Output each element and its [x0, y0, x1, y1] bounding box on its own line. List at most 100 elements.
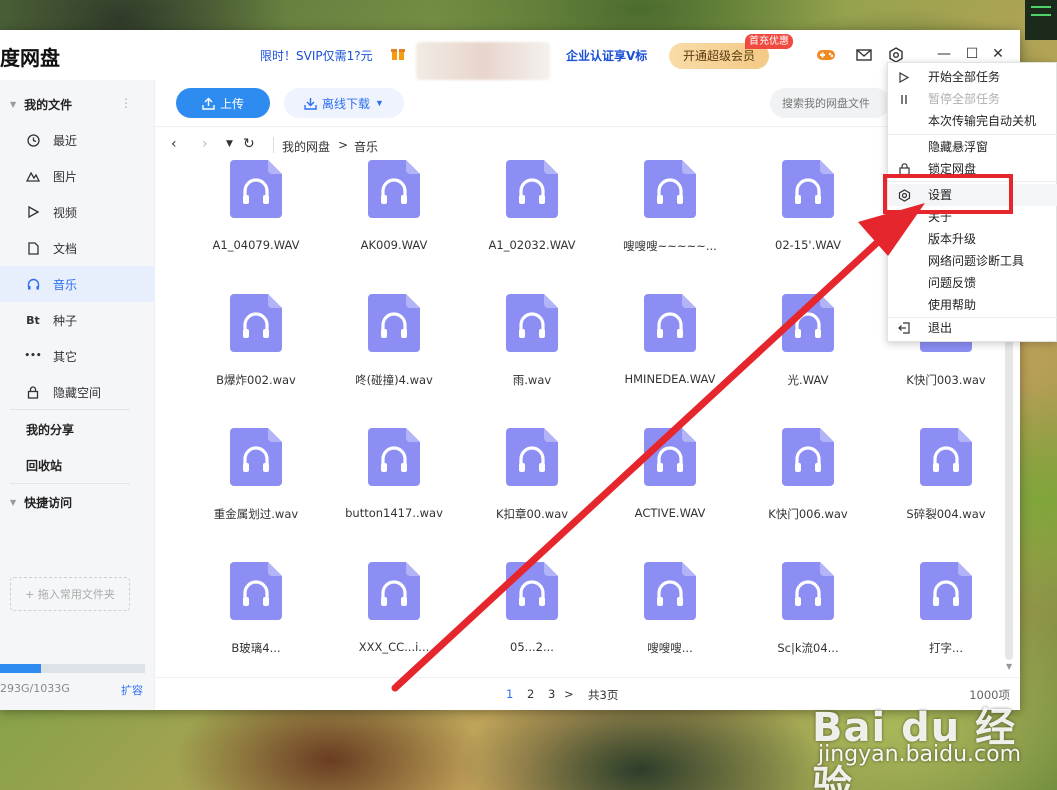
sidebar-divider — [10, 483, 130, 484]
file-item[interactable]: B爆炸002.wav — [185, 294, 315, 404]
forward-arrow-icon[interactable]: › — [202, 136, 208, 152]
file-name: Sc|k流04... — [777, 641, 839, 655]
mountain-icon — [26, 169, 40, 183]
file-item[interactable]: Sc|k流04... — [737, 562, 867, 672]
file-item[interactable]: button1417..wav — [323, 428, 453, 538]
menu-item-exit[interactable]: 退出 — [888, 317, 1057, 339]
file-item[interactable]: XXX_CC...i... — [323, 562, 453, 672]
file-item[interactable]: B玻璃4... — [185, 562, 315, 672]
menu-item-label: 使用帮助 — [928, 298, 977, 312]
game-controller-icon[interactable] — [816, 45, 836, 65]
sidebar-item-hidden-space[interactable]: 隐藏空间 — [0, 374, 155, 410]
file-item[interactable]: K扣章00.wav — [461, 428, 591, 538]
sidebar-item-recent[interactable]: 最近 — [0, 122, 155, 158]
audio-file-icon — [782, 562, 834, 620]
page-1-link[interactable]: 1 — [506, 687, 513, 701]
audio-file-icon — [368, 294, 420, 352]
menu-item-network-diagnose[interactable]: 网络问题诊断工具 — [888, 250, 1057, 272]
file-name: 咚(碰撞)4.wav — [355, 373, 433, 387]
sidebar-item-recycle-bin[interactable]: 回收站 — [26, 457, 62, 474]
scroll-down-icon[interactable]: ▼ — [1006, 662, 1012, 671]
sidebar-item-videos[interactable]: 视频 — [0, 194, 155, 230]
file-name: B爆炸002.wav — [216, 373, 296, 387]
audio-file-icon — [644, 160, 696, 218]
menu-item-start-all[interactable]: 开始全部任务 — [888, 66, 1057, 88]
file-item[interactable]: S碎裂004.wav — [875, 428, 1005, 538]
upload-button[interactable]: 上传 — [176, 88, 270, 118]
menu-item-upgrade[interactable]: 版本升级 — [888, 228, 1057, 250]
quick-access-header[interactable]: ▼ 快捷访问 — [10, 490, 72, 514]
file-item[interactable]: 重金属划过.wav — [185, 428, 315, 538]
minimize-button[interactable]: — — [935, 45, 953, 63]
lock-icon — [26, 385, 40, 399]
back-arrow-icon[interactable]: ‹ — [171, 136, 177, 152]
blurred-banner-ad[interactable] — [416, 42, 550, 80]
refresh-icon[interactable]: ↻ — [243, 136, 255, 152]
file-item[interactable]: ACTIVE.WAV — [599, 428, 729, 538]
offline-download-button[interactable]: 离线下载 ▼ — [284, 88, 404, 118]
play-icon — [26, 205, 40, 219]
file-item[interactable]: 嗖嗖嗖... — [599, 562, 729, 672]
file-item[interactable]: 02-15'.WAV — [737, 160, 867, 270]
gift-icon[interactable] — [390, 45, 406, 61]
page-2-link[interactable]: 2 — [527, 687, 534, 701]
file-item[interactable]: K快门006.wav — [737, 428, 867, 538]
mail-icon[interactable] — [854, 45, 874, 65]
svip-promo-link[interactable]: 限时！SVIP仅需1?元 — [260, 47, 373, 64]
file-item[interactable]: HMINEDEA.WAV — [599, 294, 729, 404]
file-item[interactable]: 雨.wav — [461, 294, 591, 404]
play-outline-icon — [897, 70, 911, 84]
menu-divider — [888, 134, 1057, 135]
storage-quota-text: 293G/1033G — [0, 682, 70, 695]
menu-item-auto-shutdown[interactable]: 本次传输完自动关机 — [888, 110, 1057, 132]
close-button[interactable]: ✕ — [989, 45, 1007, 63]
menu-item-feedback[interactable]: 问题反馈 — [888, 272, 1057, 294]
sidebar-item-music[interactable]: 音乐 — [0, 266, 155, 302]
search-input[interactable] — [770, 88, 890, 118]
file-item[interactable]: 咚(碰撞)4.wav — [323, 294, 453, 404]
menu-item-label: 网络问题诊断工具 — [928, 254, 1025, 268]
file-name: button1417..wav — [345, 506, 443, 520]
scrollbar[interactable] — [1005, 340, 1013, 660]
audio-file-icon — [920, 428, 972, 486]
history-dropdown-icon[interactable]: ▼ — [226, 139, 233, 149]
audio-file-icon — [368, 562, 420, 620]
file-item[interactable]: A1_02032.WAV — [461, 160, 591, 270]
sidebar-item-torrents[interactable]: Bt 种子 — [0, 302, 155, 338]
more-vertical-icon[interactable]: ⋮ — [120, 96, 132, 110]
file-item[interactable]: 打字... — [875, 562, 1005, 672]
menu-item-pause-all[interactable]: 暂停全部任务 — [888, 88, 1057, 110]
file-item[interactable]: 光.WAV — [737, 294, 867, 404]
sidebar-item-images[interactable]: 图片 — [0, 158, 155, 194]
upload-icon — [202, 97, 215, 110]
file-name: 嗖嗖嗖... — [647, 641, 693, 655]
maximize-button[interactable]: ☐ — [963, 45, 981, 63]
sidebar-item-others[interactable]: ••• 其它 — [0, 338, 155, 374]
sidebar-item-documents[interactable]: 文档 — [0, 230, 155, 266]
sidebar-item-label: 图片 — [53, 169, 78, 184]
file-item[interactable]: 05...2... — [461, 562, 591, 672]
app-title: 度网盘 — [0, 46, 60, 70]
my-files-header[interactable]: ▼ 我的文件 — [10, 92, 72, 116]
breadcrumb-current[interactable]: 音乐 — [354, 138, 378, 155]
page-3-link[interactable]: 3 — [548, 687, 555, 701]
next-page-icon[interactable]: > — [564, 687, 574, 701]
menu-item-hide-float[interactable]: 隐藏悬浮窗 — [888, 136, 1057, 158]
file-name: 嗖嗖嗖~~~~~... — [623, 239, 717, 253]
sidebar-item-my-share[interactable]: 我的分享 — [26, 421, 74, 438]
menu-item-help[interactable]: 使用帮助 — [888, 294, 1057, 316]
drop-folder-zone[interactable]: + 拖入常用文件夹 — [10, 577, 130, 611]
enterprise-verify-link[interactable]: 企业认证享V标 — [566, 47, 647, 64]
audio-file-icon — [506, 294, 558, 352]
file-name: B玻璃4... — [231, 641, 281, 655]
clock-icon — [26, 133, 40, 147]
audio-file-icon — [506, 562, 558, 620]
file-name: A1_04079.WAV — [212, 238, 300, 252]
menu-item-label: 问题反馈 — [928, 276, 977, 290]
expand-storage-link[interactable]: 扩容 — [121, 682, 143, 698]
breadcrumb-root[interactable]: 我的网盘 — [282, 138, 330, 155]
file-item[interactable]: AK009.WAV — [323, 160, 453, 270]
file-item[interactable]: 嗖嗖嗖~~~~~... — [599, 160, 729, 270]
menu-item-label: 退出 — [928, 321, 953, 335]
file-item[interactable]: A1_04079.WAV — [185, 160, 315, 270]
